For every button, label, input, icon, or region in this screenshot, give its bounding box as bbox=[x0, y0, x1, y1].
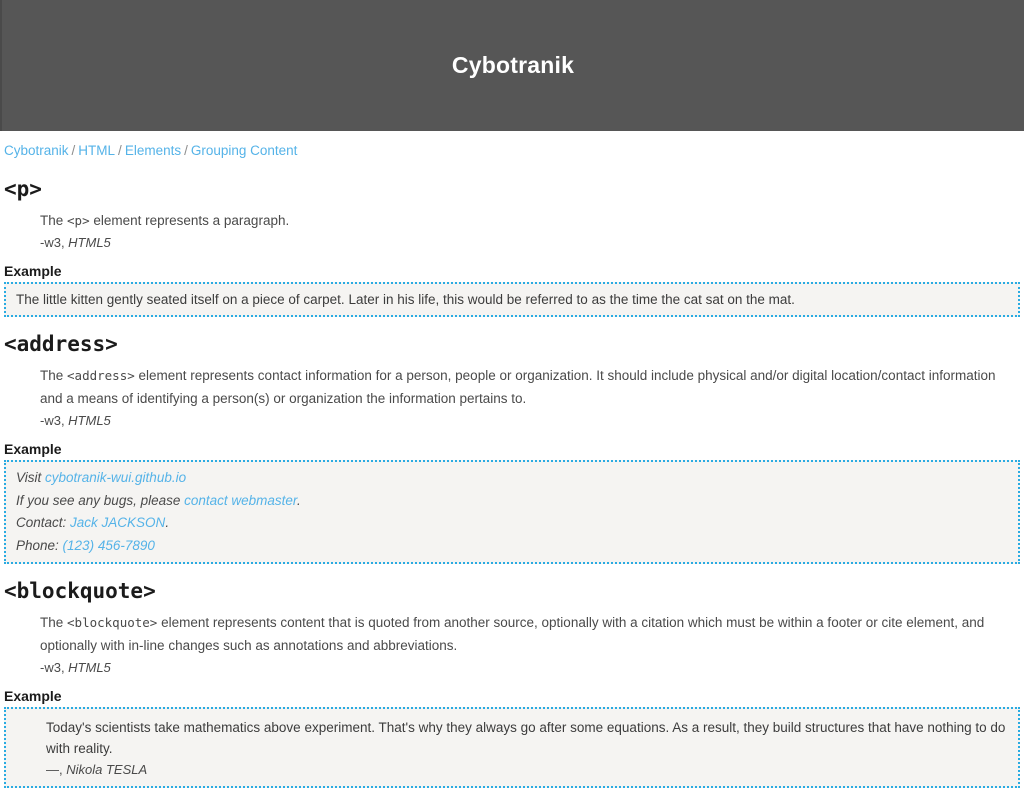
address-tail: . bbox=[296, 492, 301, 508]
breadcrumb-separator: / bbox=[71, 143, 76, 158]
citation-spec: HTML5 bbox=[68, 235, 111, 250]
address-link-webmaster[interactable]: contact webmaster bbox=[184, 493, 297, 508]
example-box-address: Visit cybotranik-wui.github.io If you se… bbox=[4, 460, 1020, 564]
section-heading-blockquote: <blockquote> bbox=[4, 579, 156, 603]
citation-source: -w3, bbox=[40, 660, 69, 675]
section-heading-p: <p> bbox=[4, 177, 42, 201]
address-lead: Visit bbox=[16, 470, 46, 485]
section-address: <address> The <address> element represen… bbox=[4, 331, 1020, 564]
site-title: Cybotranik bbox=[451, 52, 575, 78]
address-line-bugs: If you see any bugs, please contact webm… bbox=[16, 490, 1008, 513]
description-suffix: element represents contact information f… bbox=[40, 368, 996, 406]
breadcrumb-separator: / bbox=[118, 143, 122, 158]
site-masthead: Cybotranik bbox=[0, 0, 1024, 131]
breadcrumb-item-grouping-content[interactable]: Grouping Content bbox=[191, 143, 298, 158]
example-box-blockquote: Today's scientists take mathematics abov… bbox=[4, 707, 1020, 788]
section-heading-address: <address> bbox=[4, 332, 118, 356]
section-citation-p: -w3, HTML5 bbox=[40, 232, 1020, 253]
breadcrumb-separator: / bbox=[184, 143, 188, 158]
section-description-address: The <address> element represents contact… bbox=[40, 364, 1020, 410]
inline-code-blockquote: <blockquote> bbox=[67, 615, 158, 630]
citation-spec: HTML5 bbox=[68, 413, 111, 428]
description-prefix: The bbox=[40, 213, 68, 228]
address-link-phone[interactable]: (123) 456-7890 bbox=[63, 538, 155, 553]
description-prefix: The bbox=[40, 368, 68, 383]
blockquote-text: Today's scientists take mathematics abov… bbox=[46, 720, 1006, 756]
address-block: Visit cybotranik-wui.github.io If you se… bbox=[16, 467, 1008, 557]
breadcrumb-item-elements[interactable]: Elements bbox=[125, 143, 181, 158]
example-box-p: The little kitten gently seated itself o… bbox=[4, 282, 1020, 317]
address-lead: Contact: bbox=[16, 515, 71, 530]
address-line-phone: Phone: (123) 456-7890 bbox=[16, 535, 1008, 558]
section-description-blockquote: The <blockquote> element represents cont… bbox=[40, 611, 1020, 657]
example-label-blockquote: Example bbox=[4, 688, 62, 704]
address-link-website[interactable]: cybotranik-wui.github.io bbox=[45, 470, 186, 485]
address-line-visit: Visit cybotranik-wui.github.io bbox=[16, 467, 1008, 490]
page-content: Cybotranik / HTML / Elements / Grouping Conten… bbox=[0, 131, 1024, 788]
address-link-person[interactable]: Jack JACKSON bbox=[70, 515, 165, 530]
example-label-p: Example bbox=[4, 263, 62, 279]
breadcrumb-item-html[interactable]: HTML bbox=[78, 143, 115, 158]
address-lead: Phone: bbox=[16, 537, 63, 553]
section-blockquote: <blockquote> The <blockquote> element re… bbox=[4, 578, 1020, 788]
description-prefix: The bbox=[40, 615, 68, 630]
citation-source: -w3, bbox=[40, 235, 69, 250]
address-line-contact: Contact: Jack JACKSON. bbox=[16, 512, 1008, 535]
example-paragraph-p: The little kitten gently seated itself o… bbox=[16, 292, 795, 307]
breadcrumb: Cybotranik / HTML / Elements / Grouping Conten… bbox=[4, 131, 1020, 160]
citation-spec: HTML5 bbox=[68, 660, 111, 675]
inline-code-p: <p> bbox=[67, 213, 90, 228]
section-citation-address: -w3, HTML5 bbox=[40, 410, 1020, 431]
description-suffix: element represents content that is quote… bbox=[40, 615, 985, 653]
description-suffix: element represents a paragraph. bbox=[89, 213, 290, 228]
citation-source: -w3, bbox=[40, 413, 69, 428]
blockquote-content: Today's scientists take mathematics abov… bbox=[46, 717, 1008, 780]
section-description-p: The <p> element represents a paragraph. bbox=[40, 209, 1020, 232]
section-citation-blockquote: -w3, HTML5 bbox=[40, 657, 1020, 678]
inline-code-address: <address> bbox=[67, 368, 135, 383]
example-label-address: Example bbox=[4, 441, 62, 457]
breadcrumb-item-cybotranik[interactable]: Cybotranik bbox=[4, 143, 69, 158]
address-lead: If you see any bugs, please bbox=[16, 492, 185, 508]
address-tail: . bbox=[165, 515, 170, 530]
section-p: <p> The <p> element represents a paragra… bbox=[4, 176, 1020, 317]
